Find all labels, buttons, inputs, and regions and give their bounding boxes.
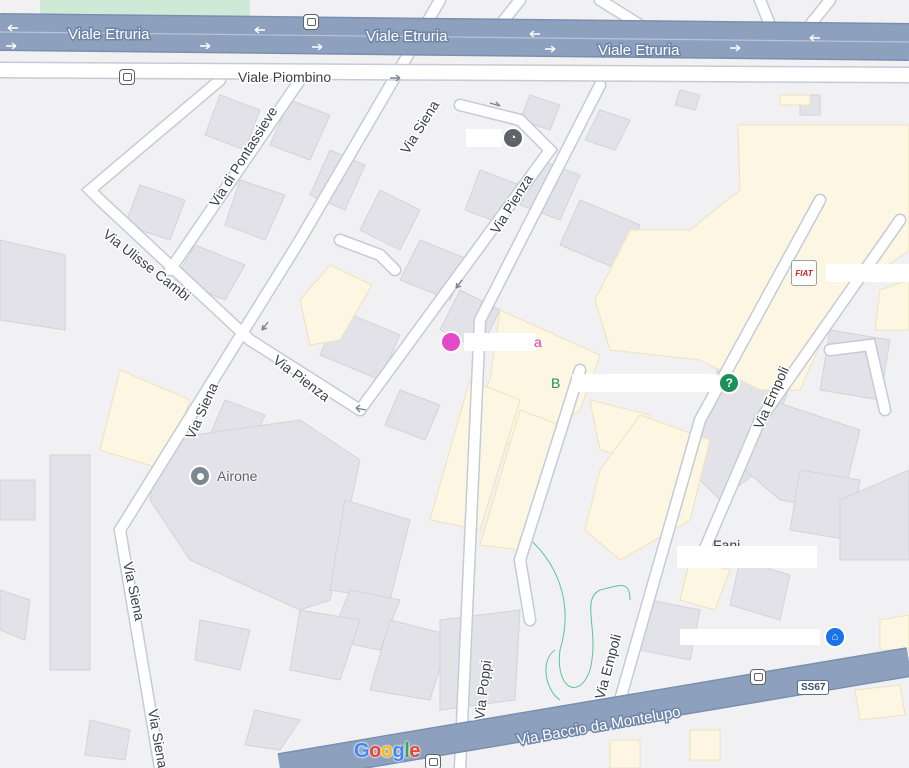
label-viale-piombino: Viale Piombino bbox=[238, 69, 331, 85]
poi-green-label: B bbox=[551, 375, 561, 391]
label-viale-etruria-1: Viale Etruria bbox=[68, 26, 150, 43]
label-viale-etruria-2: Viale Etruria bbox=[366, 28, 448, 45]
map-canvas[interactable]: Viale Etruria Viale Etruria Viale Etruri… bbox=[0, 0, 909, 768]
redacted-label bbox=[826, 264, 909, 282]
shopping-icon bbox=[440, 331, 462, 353]
poi-airone[interactable]: Airone bbox=[189, 465, 257, 487]
label-via-siena-1: Via Siena bbox=[397, 97, 442, 156]
poi-pink-label: a bbox=[534, 334, 542, 350]
bus-stop-icon[interactable] bbox=[425, 754, 441, 768]
google-logo: Google bbox=[354, 740, 420, 762]
place-pin-icon bbox=[189, 465, 211, 487]
bus-stop-icon[interactable] bbox=[750, 669, 766, 685]
redacted-label bbox=[466, 129, 502, 147]
redacted-label bbox=[464, 333, 536, 351]
bus-stop-icon[interactable] bbox=[303, 14, 319, 30]
footpaths bbox=[524, 534, 631, 701]
poi-redacted-top[interactable]: ◔ bbox=[466, 127, 524, 149]
place-pin-icon: ◔ bbox=[502, 127, 524, 149]
map-base-layer: Viale Etruria Viale Etruria Viale Etruri… bbox=[0, 0, 909, 768]
poi-airone-label: Airone bbox=[217, 468, 258, 484]
redacted-label bbox=[572, 374, 719, 392]
route-shield: SS67 bbox=[797, 680, 830, 695]
redacted-label bbox=[677, 546, 817, 568]
poi-pink-place[interactable]: a bbox=[440, 331, 542, 353]
poi-green-place[interactable]: B ? bbox=[551, 372, 741, 394]
label-via-pienza-2: Via Pienza bbox=[270, 352, 333, 405]
bus-stop-icon[interactable] bbox=[119, 69, 135, 85]
viale-piombino-road bbox=[0, 61, 909, 84]
poi-blue-place[interactable]: ⌂ bbox=[680, 626, 846, 648]
shop-logo-icon[interactable]: FIAT bbox=[791, 260, 817, 286]
redacted-label bbox=[680, 629, 820, 645]
info-icon: ⌂ bbox=[824, 626, 846, 648]
question-icon: ? bbox=[718, 372, 741, 394]
label-viale-etruria-3: Viale Etruria bbox=[598, 42, 680, 59]
